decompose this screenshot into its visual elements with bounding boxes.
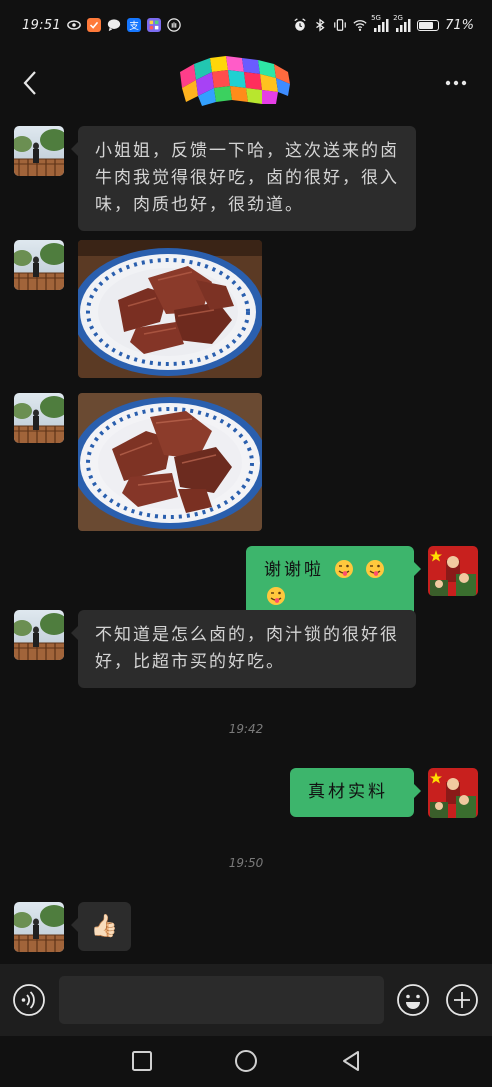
thumbs-up-emoji: 👍🏻 [90,913,119,939]
message-bubble[interactable]: 小姐姐，反馈一下哈，这次送来的卤牛肉我觉得很好吃，卤的很好，很入味，肉质也好，很… [71,126,416,231]
more-button[interactable] [436,63,476,103]
avatar[interactable] [14,902,64,952]
status-right: 5G 2G 71% [293,14,474,33]
alarm-icon [294,18,306,31]
avatar-own[interactable] [428,768,478,818]
svg-text:支: 支 [129,20,139,32]
more-icon [445,80,467,86]
wink-tongue-emoji [335,560,354,578]
nav-circle-icon[interactable] [233,1048,259,1074]
back-arrow-icon [23,71,36,95]
message-bubble[interactable]: 👍🏻 [71,902,131,951]
eye-icon [67,20,81,30]
obscured-contact-name [180,56,290,106]
taobao-icon [86,18,101,32]
avatar[interactable] [14,393,64,443]
vibrate-icon [334,19,346,31]
net-label-1: 5G [371,13,381,22]
photo-braised-beef-1[interactable] [78,240,262,378]
chat-bubble-icon [107,19,121,32]
message-text: 谢谢啦 [264,560,324,580]
signal-2: 2G [393,14,411,32]
timestamp: 19:42 [228,722,264,736]
avatar-own[interactable] [428,546,478,596]
status-time: 19:51 [22,17,61,33]
message-bubble[interactable]: 不知道是怎么卤的，肉汁锁的很好很好，比超市买的好吃。 [71,610,416,688]
avatar[interactable] [14,610,64,660]
avatar[interactable] [14,126,64,176]
emoji-icon[interactable] [396,983,430,1017]
alipay-icon: 支 [126,18,141,32]
chat-header [0,50,492,116]
status-left: 19:51 支 [22,18,181,33]
app-grid-icon [146,18,161,32]
status-bar: 19:51 支 5G 2G 71% [0,0,492,50]
battery-icon [417,19,440,31]
nav-back-icon[interactable] [338,1048,364,1074]
battery-level: 71% [445,17,474,33]
net-label-2: 2G [393,13,403,22]
chat-area[interactable]: 小姐姐，反馈一下哈，这次送来的卤牛肉我觉得很好吃，卤的很好，很入味，肉质也好，很… [0,116,492,964]
bluetooth-icon [316,18,325,32]
avatar[interactable] [14,240,64,290]
wifi-icon [353,20,367,31]
signal-1: 5G [371,14,389,32]
nav-square-icon[interactable] [129,1048,155,1074]
message-bubble-own[interactable]: 真材实料 [290,768,421,817]
system-nav-bar [0,1036,492,1087]
message-input[interactable] [59,976,384,1024]
input-bar [0,964,492,1036]
voice-icon[interactable] [12,983,46,1017]
photo-braised-beef-2[interactable] [78,393,262,531]
timestamp: 19:50 [228,856,264,870]
back-button[interactable] [16,63,44,103]
plus-icon[interactable] [445,983,479,1017]
wink-tongue-emoji [267,587,285,605]
hand-icon [167,18,181,32]
wink-tongue-emoji [365,560,384,578]
